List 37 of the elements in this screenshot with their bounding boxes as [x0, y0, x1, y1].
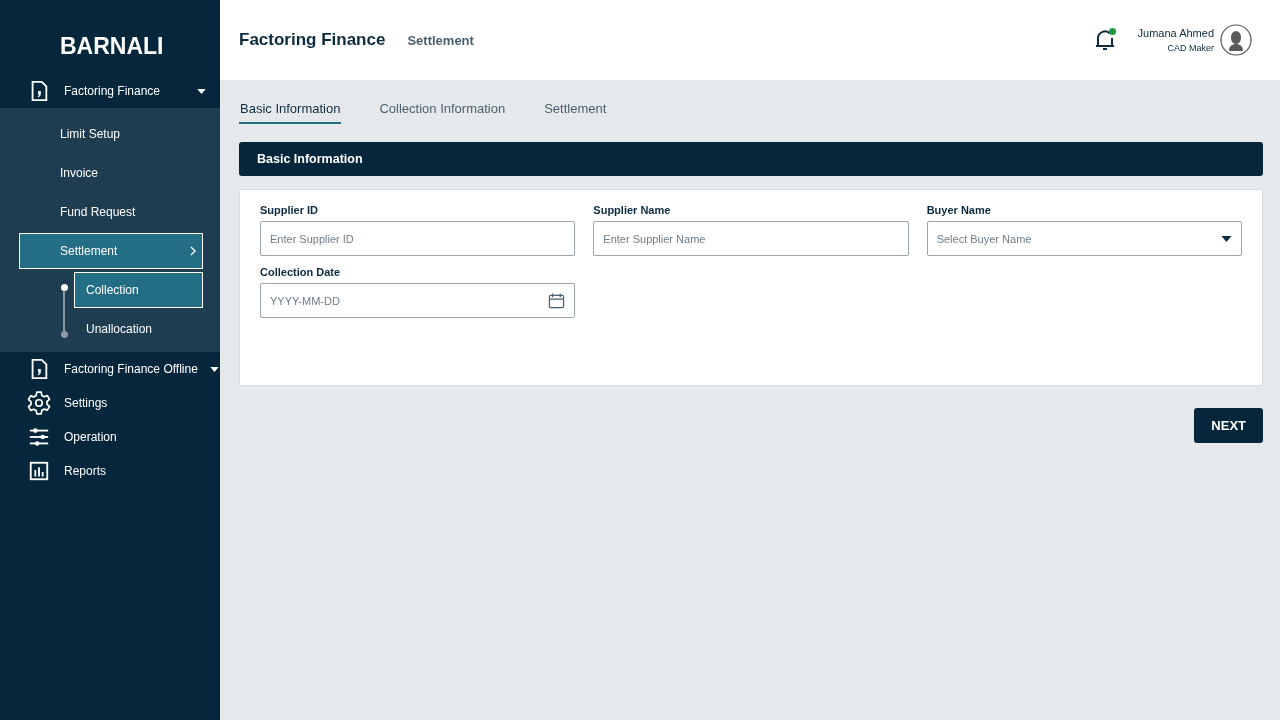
calendar-icon [548, 292, 566, 309]
menu-item[interactable]: Operation [0, 420, 220, 454]
tab[interactable]: Basic Information [239, 97, 342, 124]
tab[interactable]: Settlement [543, 97, 608, 124]
field-label: Supplier ID [260, 204, 320, 216]
section-header: Basic Information [239, 142, 1263, 176]
menu-item[interactable]: Settings [0, 386, 220, 420]
caret-down-icon [1221, 235, 1232, 242]
field-label: Buyer Name [926, 204, 992, 216]
submenu-item[interactable]: Collection [74, 272, 203, 308]
menu-item[interactable]: Factoring Finance [0, 74, 220, 108]
next-button[interactable]: NEXT [1194, 408, 1263, 443]
input-field[interactable]: Enter Supplier ID [260, 221, 576, 256]
caret-down-icon [197, 88, 206, 94]
brand-logo: BARNALI [59, 32, 165, 61]
breadcrumb: Settlement [407, 32, 475, 48]
menu-item[interactable]: Reports [0, 454, 220, 488]
date-field[interactable]: YYYY-MM-DD [260, 283, 576, 318]
user-role: CAD Maker [1167, 43, 1214, 53]
submenu-item[interactable]: Settlement [19, 233, 203, 269]
user-name: Jumana Ahmed [1137, 27, 1214, 39]
chevron-right-icon [190, 246, 196, 256]
dropdown-field[interactable]: Select Buyer Name [926, 221, 1242, 256]
notification-bell-icon[interactable] [1093, 28, 1116, 52]
caret-down-icon [209, 366, 219, 372]
submenu-item[interactable]: Fund Request [19, 194, 203, 230]
settings-icon [26, 390, 52, 416]
avatar-icon[interactable] [1220, 24, 1252, 56]
submenu-item[interactable]: Limit Setup [19, 116, 203, 152]
field-label: Supplier Name [593, 204, 672, 216]
submenu-item[interactable]: Unallocation [74, 311, 203, 347]
menu-item[interactable]: Factoring Finance Offline [0, 352, 220, 386]
field-label: Collection Date [260, 266, 342, 278]
submenu-item[interactable]: Invoice [19, 155, 203, 191]
tab[interactable]: Collection Information [378, 97, 507, 124]
page-title: Factoring Finance [239, 30, 386, 50]
input-field[interactable]: Enter Supplier Name [593, 221, 909, 256]
